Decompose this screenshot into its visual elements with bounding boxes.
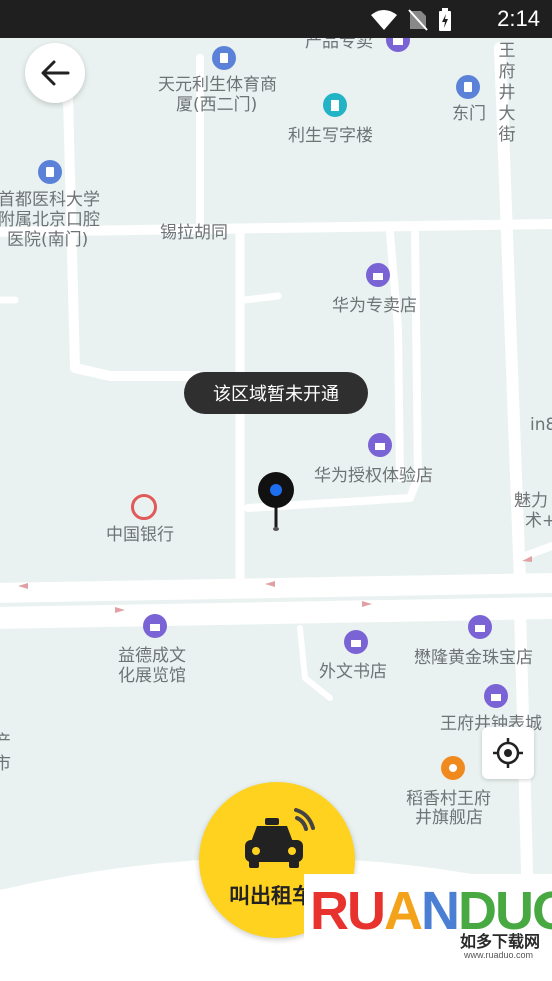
label-hospital-1: 首都医科大学 bbox=[0, 190, 100, 210]
area-unavailable-toast: 该区域暂未开通 bbox=[184, 372, 368, 414]
label-yidecheng-1: 益德成文 bbox=[118, 646, 186, 666]
wifi-icon bbox=[371, 10, 397, 30]
label-tianyuan-2: 厦(西二门) bbox=[176, 95, 258, 115]
shop-icon[interactable] bbox=[484, 684, 508, 708]
shop-icon[interactable] bbox=[344, 630, 368, 654]
label-huawei-experience: 华为授权体验店 bbox=[314, 466, 433, 486]
battery-icon bbox=[439, 8, 451, 31]
label-wangfujing-street: 王府井大街 bbox=[498, 41, 516, 145]
shop-icon[interactable] bbox=[366, 263, 390, 287]
label-hospital-3: 医院(南门) bbox=[7, 230, 89, 250]
label-hospital-2: 附属北京口腔 bbox=[0, 210, 100, 230]
bank-icon[interactable] bbox=[131, 494, 157, 520]
bus-stop-icon[interactable] bbox=[212, 46, 236, 70]
label-huawei-store: 华为专卖店 bbox=[332, 296, 417, 316]
shop-icon[interactable] bbox=[468, 615, 492, 639]
label-tianyuan-1: 天元利生体育商 bbox=[158, 75, 277, 95]
bus-stop-icon[interactable] bbox=[38, 160, 62, 184]
back-button[interactable] bbox=[25, 43, 85, 103]
label-bank-of-china: 中国银行 bbox=[106, 525, 174, 545]
label-in8: in8 bbox=[530, 415, 552, 435]
bakery-icon[interactable] bbox=[441, 756, 465, 780]
watermark-subtitle: 如多下载网 bbox=[460, 932, 541, 951]
label-maolong-jewelry: 懋隆黄金珠宝店 bbox=[414, 648, 533, 668]
label-lisheng-office: 利生写字楼 bbox=[288, 126, 373, 146]
taxi-icon bbox=[245, 808, 315, 868]
shop-icon[interactable] bbox=[143, 614, 167, 638]
status-bar: 2:14 bbox=[0, 0, 552, 38]
label-daoxiangcun-1: 稻香村王府 bbox=[406, 789, 491, 809]
locate-me-button[interactable] bbox=[482, 727, 534, 779]
label-xila-hutong: 锡拉胡同 bbox=[160, 223, 228, 243]
call-taxi-label: 叫出租车 bbox=[229, 884, 313, 908]
arrow-left-icon bbox=[41, 60, 70, 86]
label-foreign-bookstore: 外文书店 bbox=[319, 662, 387, 682]
label-daoxiangcun-2: 井旗舰店 bbox=[415, 808, 483, 828]
label-edge-2: 市 bbox=[0, 754, 11, 774]
status-time: 2:14 bbox=[497, 6, 540, 31]
label-product-store: 产品专卖 bbox=[305, 38, 373, 52]
bus-stop-icon[interactable] bbox=[456, 75, 480, 99]
label-meili-1: 魅力 bbox=[514, 491, 548, 511]
label-edge-1: 产 bbox=[0, 732, 11, 752]
location-pin-icon[interactable] bbox=[257, 472, 295, 534]
label-meili-2: 术+ bbox=[525, 511, 552, 531]
no-sim-icon bbox=[408, 9, 428, 31]
watermark: RUANDUO 如多下载网 www.ruaduo.com bbox=[304, 874, 552, 981]
crosshair-icon bbox=[493, 738, 523, 768]
label-yidecheng-2: 化展览馆 bbox=[118, 666, 186, 686]
status-icons bbox=[370, 8, 452, 32]
shop-icon[interactable] bbox=[368, 433, 392, 457]
watermark-url: www.ruaduo.com bbox=[464, 950, 534, 960]
label-east-gate: 东门 bbox=[452, 104, 486, 124]
office-building-icon[interactable] bbox=[323, 93, 347, 117]
